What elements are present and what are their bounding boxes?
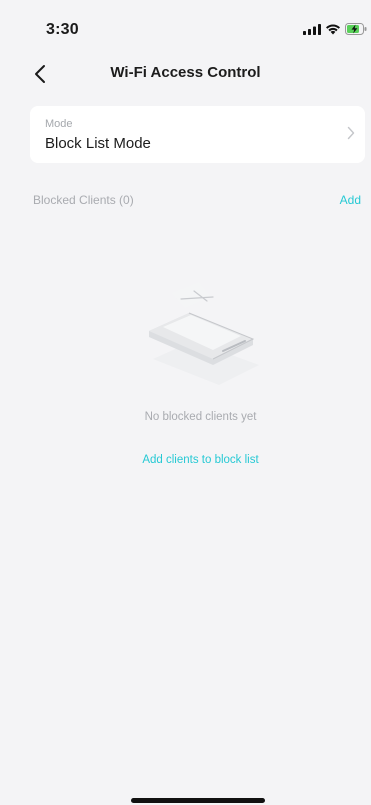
mode-label: Mode <box>45 118 73 130</box>
mode-selector[interactable]: Mode Block List Mode <box>30 106 365 163</box>
empty-list-illustration <box>149 282 259 385</box>
home-indicator <box>131 798 265 803</box>
empty-state-text: No blocked clients yet <box>144 411 257 423</box>
status-bar: 3:30 <box>0 0 371 50</box>
chevron-right-icon <box>347 126 355 140</box>
add-button[interactable]: Add <box>340 193 361 207</box>
mode-value: Block List Mode <box>45 135 151 152</box>
blocked-clients-header: Blocked Clients (0) <box>33 193 134 207</box>
add-clients-link[interactable]: Add clients to block list <box>0 454 371 466</box>
status-time: 3:30 <box>46 21 79 38</box>
status-icons <box>303 23 367 35</box>
battery-charging-icon <box>345 23 367 35</box>
add-clients-link-label[interactable]: Add clients to block list <box>142 454 258 466</box>
navigation-bar: Wi-Fi Access Control <box>0 52 371 94</box>
wifi-icon <box>326 24 340 35</box>
page-title: Wi-Fi Access Control <box>110 64 261 81</box>
cellular-signal-icon <box>303 23 321 35</box>
